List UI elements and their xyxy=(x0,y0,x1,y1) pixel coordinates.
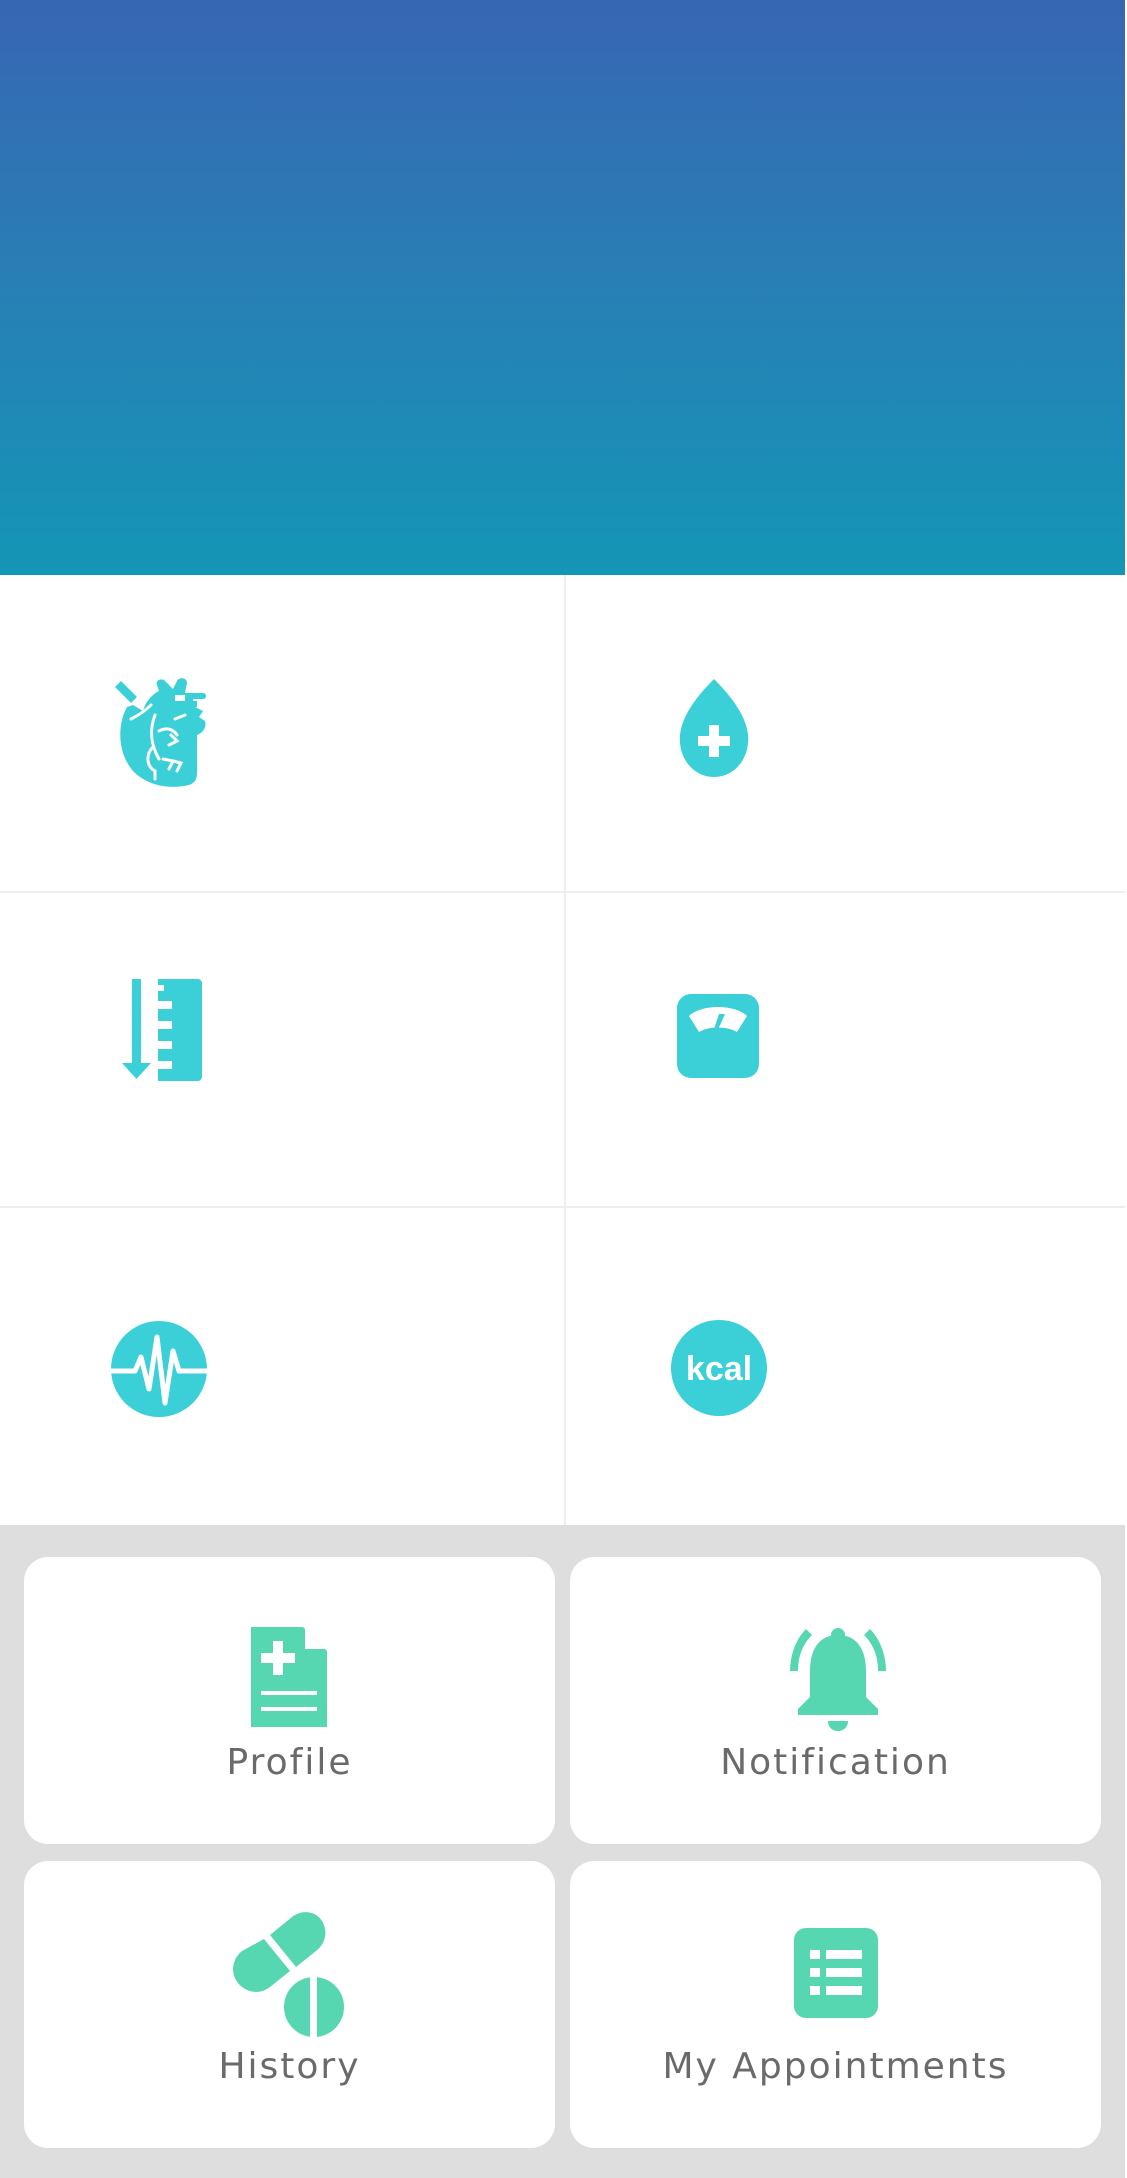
notification-button[interactable]: Notification xyxy=(570,1557,1101,1844)
metric-tile-calories[interactable]: kcal xyxy=(566,1208,1125,1525)
blood-drop-cross-icon xyxy=(679,679,749,777)
medical-document-icon xyxy=(251,1627,327,1727)
profile-label: Profile xyxy=(226,1742,353,1783)
heart-anatomy-icon xyxy=(115,678,206,787)
grid-divider-vertical xyxy=(564,575,566,1525)
pills-icon xyxy=(233,1912,344,2037)
notification-label: Notification xyxy=(720,1742,951,1783)
metric-tile-height[interactable] xyxy=(0,893,564,1206)
metric-tile-weight[interactable] xyxy=(566,893,1125,1206)
my-appointments-label: My Appointments xyxy=(662,2046,1009,2087)
pulse-circle-icon xyxy=(111,1321,207,1417)
height-ruler-icon xyxy=(122,979,202,1081)
profile-button[interactable]: Profile xyxy=(24,1557,555,1844)
metric-tile-heart[interactable] xyxy=(0,575,564,891)
dashboard-screen: kcal Profile Notification History My App… xyxy=(0,0,1127,2178)
header-banner xyxy=(0,0,1125,575)
ringing-bell-icon xyxy=(790,1628,886,1731)
metrics-grid: kcal xyxy=(0,575,1125,1525)
weighing-scale-icon xyxy=(677,994,759,1078)
kcal-icon-text: kcal xyxy=(686,1350,752,1388)
history-button[interactable]: History xyxy=(24,1861,555,2148)
kcal-circle-icon: kcal xyxy=(671,1320,767,1416)
history-label: History xyxy=(218,2046,361,2087)
list-icon xyxy=(794,1928,878,2018)
menu-panel: Profile Notification History My Appointm… xyxy=(0,1525,1125,2178)
metric-tile-blood[interactable] xyxy=(566,575,1125,891)
my-appointments-button[interactable]: My Appointments xyxy=(570,1861,1101,2148)
metric-tile-pulse[interactable] xyxy=(0,1208,564,1525)
